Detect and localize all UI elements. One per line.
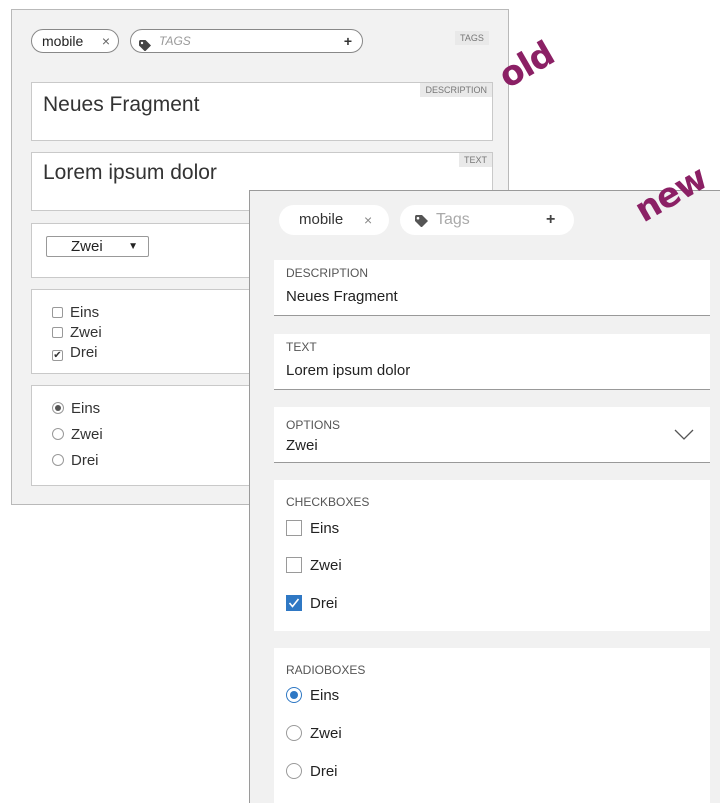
new-description-value: Neues Fragment [286,288,398,305]
radio-icon[interactable] [286,763,302,779]
checkbox-label: Zwei [70,324,102,341]
checkbox-label: Drei [70,344,98,361]
new-checkbox-drei[interactable]: Drei [286,595,338,613]
new-tags-input[interactable]: Tags + [400,205,574,235]
new-description-field[interactable]: DESCRIPTION Neues Fragment [274,260,710,316]
checkbox-checked-icon[interactable]: ✔ [52,350,63,361]
checkbox-label: Zwei [310,557,342,574]
dropdown-arrow-icon: ▼ [128,241,138,252]
new-text-label: TEXT [286,340,317,354]
radio-icon[interactable] [286,725,302,741]
new-options-select[interactable]: OPTIONS Zwei [274,407,710,463]
radio-label: Eins [71,400,101,417]
tag-icon [415,214,429,232]
old-radio-zwei[interactable]: Zwei [52,425,103,445]
checkbox-icon[interactable] [52,327,63,338]
old-tags-label: TAGS [455,31,489,45]
new-radio-drei[interactable]: Drei [286,763,338,781]
new-text-field[interactable]: TEXT Lorem ipsum dolor [274,334,710,390]
new-description-label: DESCRIPTION [286,266,369,280]
checkbox-checked-icon[interactable] [286,595,302,611]
new-tag-chip-mobile[interactable]: mobile × [279,205,389,235]
old-description-value: Neues Fragment [43,93,200,116]
old-radio-eins[interactable]: Eins [52,399,100,419]
old-description-label: DESCRIPTION [420,83,492,97]
new-radio-eins[interactable]: Eins [286,687,339,705]
new-tags-placeholder: Tags [436,211,470,228]
old-tags-input[interactable]: TAGS + [130,29,363,53]
radio-icon[interactable] [52,428,64,440]
new-checkboxes-card: CHECKBOXES Eins Zwei Drei [274,480,710,631]
radio-label: Eins [310,687,340,704]
old-checkbox-zwei[interactable]: Zwei [52,324,102,342]
new-options-value: Zwei [286,437,318,454]
old-add-tag-icon[interactable]: + [344,30,352,52]
new-checkboxes-label: CHECKBOXES [286,495,370,509]
new-radioboxes-label: RADIOBOXES [286,663,366,677]
new-text-value: Lorem ipsum dolor [286,362,411,379]
old-text-label: TEXT [458,153,492,167]
old-radio-drei[interactable]: Drei [52,451,99,471]
old-description-field[interactable]: Neues Fragment DESCRIPTION [31,82,493,141]
checkbox-icon[interactable] [52,307,63,318]
checkbox-icon[interactable] [286,557,302,573]
radio-selected-icon[interactable] [286,687,302,703]
new-form-panel: mobile × Tags + DESCRIPTION Neues Fragme… [249,190,720,804]
radio-label: Drei [71,452,99,469]
radio-label: Drei [310,763,338,780]
old-checkbox-drei[interactable]: ✔ Drei [52,344,98,362]
new-add-tag-icon[interactable]: + [546,205,555,235]
new-options-label: OPTIONS [286,418,341,432]
old-tags-placeholder: TAGS [159,34,191,48]
radio-label: Zwei [71,426,103,443]
new-checkbox-eins[interactable]: Eins [286,520,339,538]
old-text-value: Lorem ipsum dolor [43,161,217,184]
new-tag-remove-icon[interactable]: × [364,205,372,235]
radio-selected-icon[interactable] [52,402,64,414]
old-tag-chip-mobile[interactable]: mobile × [31,29,119,53]
checkbox-label: Eins [70,304,100,321]
old-tag-remove-icon[interactable]: × [102,30,110,52]
checkbox-label: Eins [310,520,340,537]
old-options-select[interactable]: Zwei ▼ [46,236,149,257]
new-checkbox-zwei[interactable]: Zwei [286,557,342,575]
checkbox-label: Drei [310,595,338,612]
new-radio-zwei[interactable]: Zwei [286,725,342,743]
checkbox-icon[interactable] [286,520,302,536]
new-radioboxes-card: RADIOBOXES Eins Zwei Drei [274,648,710,804]
tag-icon [139,36,152,58]
radio-label: Zwei [310,725,342,742]
chevron-down-icon[interactable] [674,427,694,445]
new-tag-chip-label: mobile [299,211,344,228]
old-checkbox-eins[interactable]: Eins [52,304,99,322]
old-options-value: Zwei [71,238,103,255]
old-tag-chip-label: mobile [42,33,84,49]
radio-icon[interactable] [52,454,64,466]
